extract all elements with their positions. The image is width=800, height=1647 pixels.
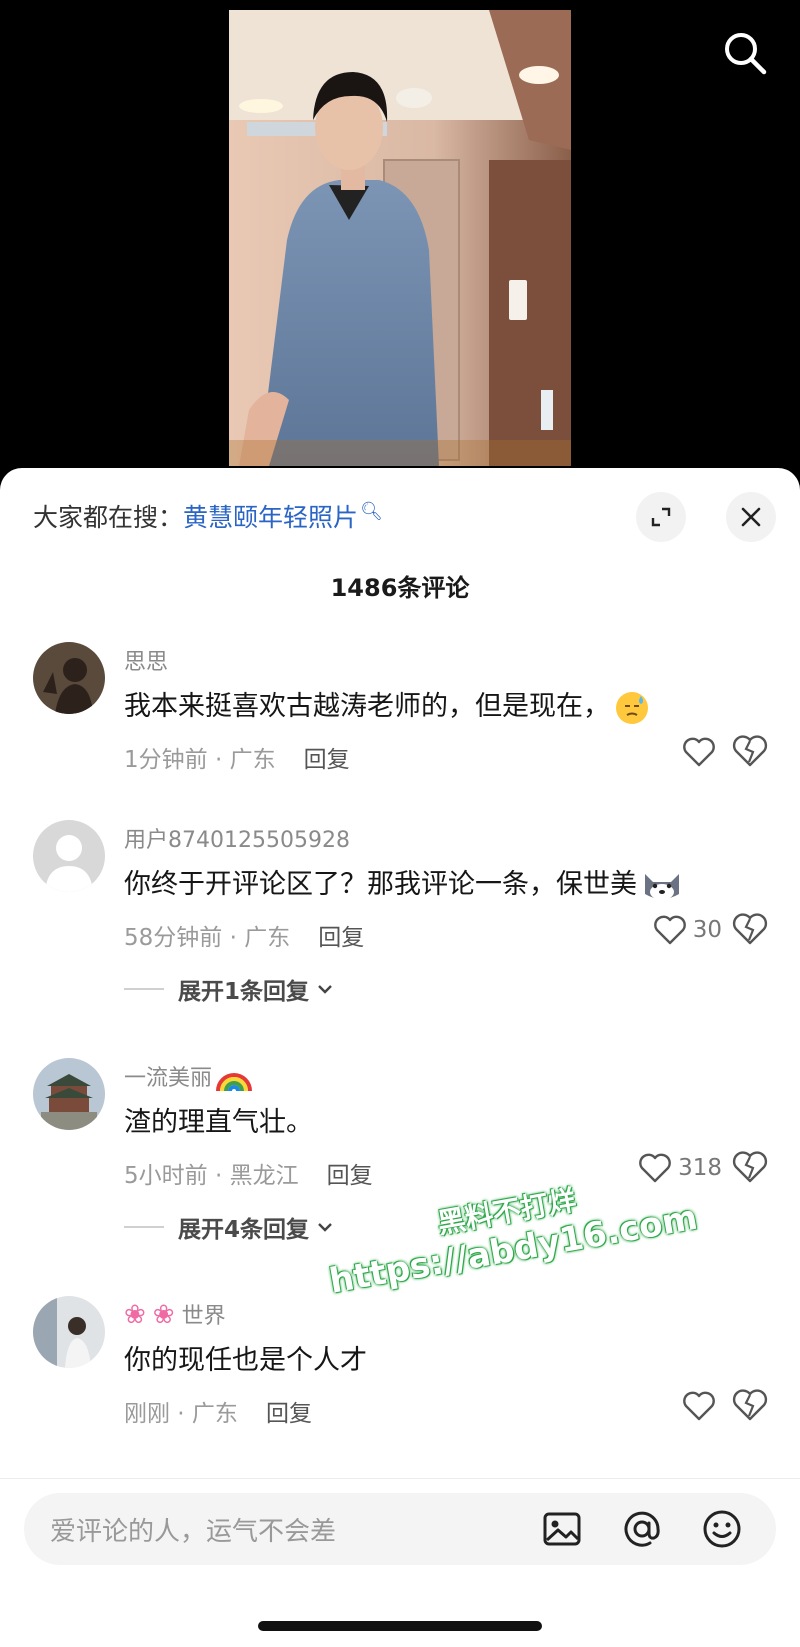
husky-emoji-icon <box>641 870 683 902</box>
expand-icon <box>651 507 671 527</box>
broken-heart-icon <box>732 1389 768 1421</box>
dislike-button[interactable] <box>732 1150 768 1186</box>
broken-heart-icon <box>732 913 768 945</box>
trending-search: 大家都在搜：黄慧颐年轻照片 🔍︎ <box>33 498 383 534</box>
divider-line <box>124 1226 164 1228</box>
chevron-down-icon <box>318 1223 332 1232</box>
close-icon <box>741 507 761 527</box>
like-count: 318 <box>678 1155 722 1181</box>
trending-query-link[interactable]: 黄慧颐年轻照片 🔍︎ <box>183 500 383 532</box>
comment-count: 1486条评论 <box>330 574 470 602</box>
like-button[interactable]: 318 <box>638 1150 722 1186</box>
comment-text: 渣的理直气壮。 <box>124 1107 313 1138</box>
broken-heart-icon <box>732 1151 768 1183</box>
comment-text: 你终于开评论区了？那我评论一条，保世美 <box>124 862 683 902</box>
expand-replies-button[interactable]: 展开1条回复 <box>124 972 335 1006</box>
sweat-face-emoji-icon <box>616 691 648 724</box>
comment-text: 我本来挺喜欢古越涛老师的，但是现在， <box>124 684 648 724</box>
comment-username[interactable]: 思思 <box>124 644 168 676</box>
smiley-face-icon <box>703 1510 741 1548</box>
image-button[interactable] <box>540 1507 584 1551</box>
dislike-button[interactable] <box>732 912 768 948</box>
avatar[interactable] <box>33 1296 105 1368</box>
comment-username[interactable]: 一流美丽 <box>124 1060 253 1093</box>
rainbow-emoji-icon <box>216 1073 253 1092</box>
broken-heart-icon <box>732 735 768 767</box>
emoji-button[interactable] <box>700 1507 744 1551</box>
comment-text: 你的现任也是个人才 <box>124 1345 367 1376</box>
search-icon <box>725 33 767 75</box>
at-sign-icon <box>624 1511 660 1547</box>
divider-line <box>124 988 164 990</box>
comment-input-bar: 爱评论的人，运气不会差 <box>0 1478 800 1647</box>
like-button[interactable]: 30 <box>653 912 722 948</box>
dislike-button[interactable] <box>732 734 768 770</box>
like-button[interactable] <box>682 1388 722 1424</box>
comment-input-placeholder: 爱评论的人，运气不会差 <box>50 1517 337 1547</box>
avatar[interactable] <box>33 1058 105 1130</box>
mention-button[interactable] <box>620 1507 664 1551</box>
blossom-emoji-icon: ❀ <box>152 1300 175 1330</box>
search-button[interactable] <box>720 28 770 78</box>
comment-meta: 58分钟前 · 广东 回复 <box>124 925 365 951</box>
comment-username[interactable]: ❀ ❀ 世界 <box>124 1298 226 1330</box>
blossom-emoji-icon: ❀ <box>124 1300 146 1330</box>
heart-icon <box>683 1391 715 1421</box>
like-button[interactable] <box>682 734 722 770</box>
comment-meta: 1分钟前 · 广东 回复 <box>124 747 350 773</box>
image-icon <box>543 1512 581 1546</box>
like-count: 30 <box>692 917 722 943</box>
comment-input[interactable]: 爱评论的人，运气不会差 <box>24 1493 776 1565</box>
trending-prefix: 大家都在搜： <box>33 503 184 532</box>
heart-icon <box>683 737 715 767</box>
expand-button[interactable] <box>636 492 686 542</box>
heart-icon <box>639 1153 671 1183</box>
reply-button[interactable]: 回复 <box>327 1163 373 1189</box>
expand-replies-button[interactable]: 展开4条回复 <box>124 1210 335 1244</box>
comment-meta: 刚刚 · 广东 回复 <box>124 1401 312 1427</box>
avatar[interactable] <box>33 642 105 714</box>
close-button[interactable] <box>726 492 776 542</box>
comment-meta: 5小时前 · 黑龙江 回复 <box>124 1163 373 1189</box>
reply-button[interactable]: 回复 <box>266 1401 312 1427</box>
video-player[interactable] <box>0 0 800 480</box>
home-indicator[interactable] <box>258 1621 542 1631</box>
avatar[interactable] <box>33 820 105 892</box>
small-search-icon: 🔍︎ <box>360 500 383 522</box>
dislike-button[interactable] <box>732 1388 768 1424</box>
reply-button[interactable]: 回复 <box>304 747 350 773</box>
comment-username[interactable]: 用户8740125505928 <box>124 822 350 854</box>
reply-button[interactable]: 回复 <box>318 925 364 951</box>
comment-sheet: 大家都在搜：黄慧颐年轻照片 🔍︎ 1486条评论 <box>0 468 800 1646</box>
heart-icon <box>653 915 686 945</box>
chevron-down-icon <box>318 985 332 994</box>
video-frame-image <box>229 10 571 466</box>
